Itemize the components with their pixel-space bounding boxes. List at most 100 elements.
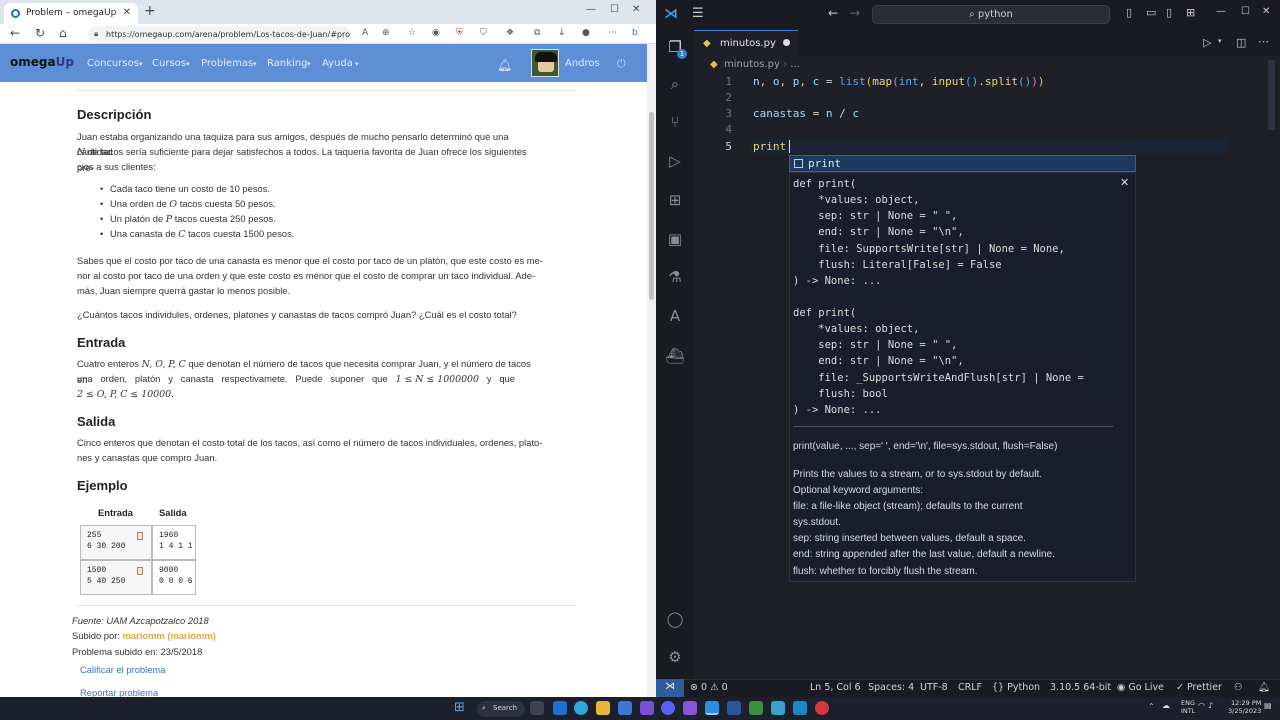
scrollbar-thumb[interactable] (649, 112, 654, 300)
task-view-icon[interactable] (530, 701, 544, 715)
extensions-icon[interactable]: ⊞ (664, 191, 686, 213)
shield-icon[interactable]: ⛨ (456, 28, 463, 38)
collections-icon[interactable]: ⧉ (534, 28, 540, 38)
recorder-icon[interactable] (815, 701, 829, 715)
uploader-link[interactable]: mariomm (mariomm) (123, 630, 216, 641)
toggle-secondary-sidebar-icon[interactable]: ▯ (1166, 6, 1172, 19)
profile-icon[interactable]: ● (582, 28, 590, 38)
notifications-bell-icon[interactable]: 🔔︎ (497, 58, 512, 72)
excel-icon[interactable] (749, 701, 763, 715)
refresh-icon[interactable]: ↻ (35, 26, 45, 40)
toggle-panel-icon[interactable]: ▭ (1146, 6, 1156, 19)
minimap[interactable] (1268, 60, 1275, 130)
browser-tab[interactable]: Problem – omegaUp ✕ (4, 3, 138, 24)
copy-icon[interactable] (137, 567, 143, 575)
copy-icon[interactable] (137, 532, 143, 540)
settings-gear-icon[interactable]: ⚙ (664, 648, 686, 670)
window-close-icon[interactable]: ✕ (632, 4, 640, 15)
app-icon[interactable] (793, 701, 807, 715)
new-tab-icon[interactable]: + (144, 3, 156, 19)
feedback-icon[interactable]: ⚇ (1234, 682, 1243, 693)
store-icon[interactable] (618, 701, 632, 715)
user-menu[interactable]: Andros (565, 58, 600, 69)
language-indicator[interactable]: ENG INTL (1181, 699, 1195, 715)
notification-center-icon[interactable]: ▤ (1264, 702, 1272, 710)
remote-explorer-icon[interactable]: ▣ (664, 230, 686, 252)
omegaup-logo[interactable]: omegaUp (10, 55, 74, 69)
minimize-icon[interactable]: — (1216, 6, 1226, 17)
split-editor-icon[interactable]: ◫ (1236, 36, 1246, 49)
onedrive-icon[interactable]: ☁ (1162, 702, 1170, 710)
language-mode[interactable]: {} Python (992, 682, 1040, 693)
back-arrow-icon[interactable]: ← (828, 6, 838, 20)
maximize-icon[interactable]: ☐ (1241, 6, 1250, 17)
back-icon[interactable]: ← (10, 26, 20, 40)
word-icon[interactable] (727, 701, 741, 715)
toggle-sidebar-icon[interactable]: ▯ (1126, 6, 1132, 19)
end-of-line[interactable]: CRLF (958, 682, 982, 693)
docker-icon[interactable]: ⛴ (664, 347, 686, 369)
taskbar-search[interactable]: ⌕ Search (477, 701, 525, 717)
code-line-5[interactable]: print (753, 140, 786, 153)
menu-dots-icon[interactable]: ⋯ (608, 28, 617, 38)
tray-chevron-icon[interactable]: ⌃ (1148, 703, 1155, 711)
nav-problemas[interactable]: Problemas (201, 58, 253, 69)
nav-cursos[interactable]: Cursos (152, 58, 186, 69)
code-line-1[interactable]: n, o, p, c = list(map(int, input().split… (753, 75, 1045, 88)
breadcrumb[interactable]: ◆ minutos.py › ... (710, 59, 800, 70)
rate-problem-link[interactable]: Calificar el problema (80, 664, 165, 675)
chrome-icon[interactable] (553, 701, 567, 715)
run-python-icon[interactable]: ▷ (1203, 36, 1211, 49)
testing-flask-icon[interactable]: ⚗ (664, 268, 686, 290)
customize-layout-icon[interactable]: ⊞ (1186, 6, 1195, 19)
avatar[interactable] (531, 49, 559, 77)
app-icon[interactable] (771, 701, 785, 715)
edge-icon[interactable] (574, 701, 588, 715)
windows-start-icon[interactable]: ⊞ (454, 700, 465, 715)
nav-ayuda[interactable]: Ayuda (322, 58, 353, 69)
suggestion-item-print[interactable]: print (789, 155, 1136, 172)
wifi-icon[interactable]: ◠ (1198, 702, 1205, 710)
bing-icon[interactable]: b (632, 28, 638, 38)
go-live-button[interactable]: ◉ Go Live (1117, 682, 1164, 693)
extension-icon[interactable]: ◉ (432, 28, 440, 38)
command-center-search[interactable]: ⌕ python (872, 5, 1110, 24)
python-interpreter[interactable]: 3.10.5 64-bit (1050, 682, 1111, 693)
more-actions-icon[interactable]: ⋯ (1258, 35, 1269, 48)
remote-indicator-icon[interactable]: ⋊ (656, 679, 684, 697)
hamburger-menu-icon[interactable]: ☰ (692, 6, 704, 21)
prettier-button[interactable]: ✓ Prettier (1176, 682, 1222, 693)
close-tab-icon[interactable]: ✕ (123, 7, 131, 18)
zoom-icon[interactable]: ⊕ (382, 28, 390, 38)
visual-studio-icon[interactable] (683, 701, 697, 715)
tracker-icon[interactable]: ⛉ (480, 28, 487, 38)
logout-power-icon[interactable]: ⏻ (617, 57, 626, 71)
download-icon[interactable]: ↓ (558, 28, 566, 38)
maximize-icon[interactable]: ☐ (610, 4, 619, 15)
chevron-down-icon[interactable]: ▾ (1218, 37, 1222, 45)
minimize-icon[interactable]: — (586, 4, 596, 15)
search-icon[interactable]: ⌕ (664, 75, 686, 97)
accounts-icon[interactable]: ◯ (664, 610, 686, 632)
editor-tab-minutos[interactable]: ◆ minutos.py (694, 30, 798, 56)
forward-arrow-icon[interactable]: → (850, 6, 860, 20)
home-icon[interactable]: ⌂ (59, 26, 67, 40)
volume-icon[interactable]: ♪ (1208, 702, 1213, 710)
url-input[interactable]: 🔒︎ https://omegaup.com/arena/problem/Los… (88, 26, 350, 42)
azure-icon[interactable]: A (664, 307, 686, 329)
read-aloud-icon[interactable]: A (362, 28, 368, 38)
vscode-taskbar-icon[interactable] (705, 701, 719, 715)
nav-ranking[interactable]: Ranking (267, 58, 307, 69)
code-line-3[interactable]: canastas = n / c (753, 107, 859, 120)
clock[interactable]: 12:29 PM 3/25/2023 (1228, 699, 1261, 715)
nav-concursos[interactable]: Concursos (87, 58, 139, 69)
indentation[interactable]: Spaces: 4 (868, 682, 914, 693)
app-icon[interactable] (640, 701, 654, 715)
problems-status[interactable]: ⊗ 0 ⚠ 0 (690, 682, 728, 693)
notifications-bell-icon[interactable]: 🔔︎ (1258, 682, 1270, 693)
file-explorer-icon[interactable] (596, 701, 610, 715)
window-close-icon[interactable]: ✕ (1262, 6, 1270, 17)
unsaved-dot-icon[interactable] (783, 39, 790, 46)
favorite-icon[interactable]: ☆ (408, 28, 416, 38)
run-debug-icon[interactable]: ▷ (664, 152, 686, 174)
